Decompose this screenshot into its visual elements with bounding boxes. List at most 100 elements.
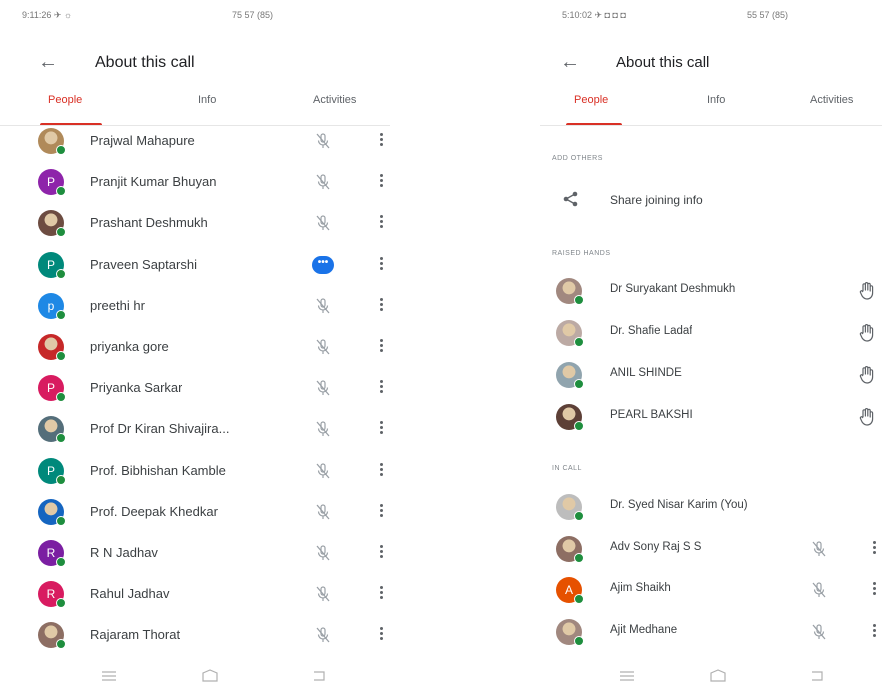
mic-off-icon: [314, 420, 332, 438]
online-status-dot: [574, 635, 584, 646]
tab-activities[interactable]: Activities: [313, 94, 356, 106]
participant-name: preethi hr: [90, 297, 145, 313]
more-options-icon[interactable]: [377, 296, 385, 316]
online-status-dot: [574, 594, 584, 604]
tab-people[interactable]: People: [574, 94, 608, 106]
participant-row[interactable]: priyanka gore: [0, 328, 400, 368]
raised-hand-icon[interactable]: [858, 407, 876, 427]
more-options-icon[interactable]: [377, 172, 385, 192]
more-options-icon[interactable]: [377, 255, 385, 275]
menu-icon[interactable]: [618, 669, 636, 683]
online-status-dot: [56, 351, 66, 361]
menu-icon[interactable]: [100, 669, 118, 683]
home-icon[interactable]: [200, 669, 218, 683]
participant-row[interactable]: Prof Dr Kiran Shivajira...: [0, 410, 400, 450]
avatar-initial: R: [46, 546, 56, 560]
status-bar: 9:11:26 ✈ ☼ 75 57 (85): [22, 10, 380, 24]
more-options-icon[interactable]: [377, 378, 385, 398]
participant-row[interactable]: Prof. Deepak Khedkar: [0, 493, 400, 533]
tab-people[interactable]: People: [48, 94, 82, 106]
tab-info[interactable]: Info: [198, 94, 216, 106]
raised-hand-row[interactable]: Dr Suryakant Deshmukh: [540, 272, 892, 312]
raised-hand-row[interactable]: ANIL SHINDE: [540, 356, 892, 396]
avatar-initial: P: [46, 257, 55, 272]
avatar: [38, 210, 66, 238]
participant-row[interactable]: Prajwal Mahapure: [0, 122, 400, 162]
right-screen: 5:10:02 ✈ ◘ ◘ ◘ 55 57 (85) ← About this …: [540, 0, 892, 695]
avatar-initial: R: [46, 587, 56, 602]
more-options-icon[interactable]: [377, 625, 385, 645]
participant-name: Dr Suryakant Deshmukh: [610, 283, 736, 295]
participant-row[interactable]: Rajaram Thorat: [0, 616, 400, 656]
more-options-icon[interactable]: [870, 622, 878, 642]
status-right: 55 57 (85): [747, 10, 789, 20]
participant-name: Rahul Jadhav: [90, 586, 170, 602]
participant-row[interactable]: Adv Sony Raj S S: [540, 530, 892, 570]
tab-info[interactable]: Info: [707, 94, 725, 106]
participant-row[interactable]: P Priyanka Sarkar: [0, 369, 400, 409]
raised-hand-row[interactable]: PEARL BAKSHI: [540, 398, 892, 438]
participant-name: Dr. Syed Nisar Karim (You): [610, 499, 748, 511]
more-options-icon[interactable]: [377, 419, 385, 439]
participant-name: PEARL BAKSHI: [610, 409, 693, 421]
participant-row[interactable]: R Rahul Jadhav: [0, 575, 400, 615]
online-status-dot: [56, 268, 66, 279]
more-options-icon[interactable]: [377, 337, 385, 357]
more-options-icon[interactable]: [377, 131, 385, 151]
back-arrow-icon[interactable]: ←: [560, 51, 580, 74]
raised-hand-row[interactable]: Dr. Shafie Ladaf: [540, 314, 892, 354]
more-options-icon[interactable]: [377, 584, 385, 604]
participant-row[interactable]: A Ajim Shaikh: [540, 571, 892, 611]
home-icon[interactable]: [708, 669, 726, 683]
avatar: R: [38, 540, 66, 567]
participant-row[interactable]: P Praveen Saptarshi •••: [0, 246, 400, 286]
app-bar: ← About this call: [0, 48, 400, 78]
avatar: [38, 128, 66, 155]
avatar-initial: P: [46, 381, 55, 396]
more-options-icon[interactable]: [870, 580, 878, 600]
raised-hand-icon[interactable]: [858, 281, 876, 301]
participant-row[interactable]: P Pranjit Kumar Bhuyan: [0, 163, 400, 203]
back-nav-icon[interactable]: [310, 669, 328, 683]
participant-row[interactable]: P Prof. Bibhishan Kamble: [0, 452, 400, 492]
divider: [540, 125, 882, 126]
more-options-icon[interactable]: [377, 213, 385, 233]
mic-off-icon: [314, 379, 332, 397]
avatar: [38, 622, 66, 650]
participant-row[interactable]: Ajit Medhane: [540, 613, 892, 653]
section-in-call: IN CALL: [552, 465, 582, 472]
participant-name: Priyanka Sarkar: [90, 380, 183, 396]
mic-off-icon: [314, 338, 332, 356]
avatar: [38, 498, 66, 526]
mic-off-icon: [810, 540, 828, 558]
raised-hand-icon[interactable]: [858, 365, 876, 385]
more-options-icon[interactable]: [377, 543, 385, 563]
mic-off-icon: [314, 544, 332, 562]
back-nav-icon[interactable]: [808, 669, 826, 683]
participant-name: Prashant Deshmukh: [90, 215, 208, 231]
share-joining-info-row[interactable]: Share joining info: [540, 180, 892, 220]
more-options-icon[interactable]: [377, 502, 385, 522]
online-status-dot: [56, 639, 66, 650]
avatar: P: [38, 251, 66, 279]
participant-name: Dr. Shafie Ladaf: [610, 325, 693, 337]
tab-activities[interactable]: Activities: [810, 94, 853, 106]
left-screen: 9:11:26 ✈ ☼ 75 57 (85) ← About this call…: [0, 0, 400, 695]
participant-row[interactable]: R R N Jadhav: [0, 534, 400, 574]
participant-row[interactable]: Dr. Syed Nisar Karim (You): [540, 488, 892, 528]
online-status-dot: [574, 511, 584, 521]
avatar: [38, 416, 66, 444]
participant-row[interactable]: p preethi hr: [0, 287, 400, 327]
online-status-dot: [56, 392, 66, 403]
online-status-dot: [56, 309, 66, 320]
participant-row[interactable]: Prashant Deshmukh: [0, 204, 400, 244]
more-options-icon[interactable]: [377, 461, 385, 481]
participant-name: Rajaram Thorat: [90, 627, 181, 643]
back-arrow-icon[interactable]: ←: [38, 51, 58, 74]
online-status-dot: [574, 421, 584, 431]
more-options-icon[interactable]: [870, 539, 878, 559]
online-status-dot: [574, 337, 584, 347]
participant-name: Prajwal Mahapure: [90, 133, 195, 148]
raised-hand-icon[interactable]: [858, 323, 876, 343]
participant-name: Pranjit Kumar Bhuyan: [90, 174, 217, 190]
